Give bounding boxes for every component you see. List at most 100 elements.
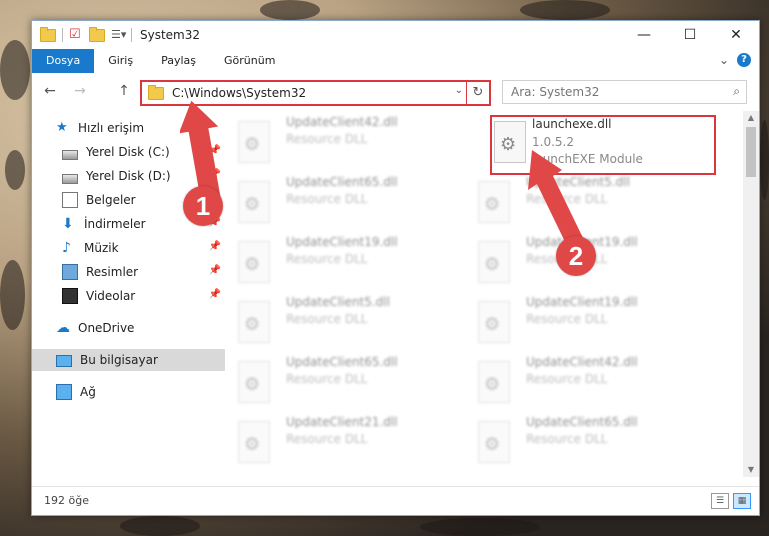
file-type: Resource DLL <box>286 132 368 146</box>
file-type: Resource DLL <box>526 312 608 326</box>
sidebar-item-label: Resimler <box>86 265 139 279</box>
list-item[interactable]: UpdateClient65.dll Resource DLL <box>228 355 428 407</box>
refresh-button[interactable]: ↻ <box>466 82 489 104</box>
new-folder-icon[interactable] <box>89 26 105 42</box>
search-box[interactable]: ⌕ <box>502 80 747 104</box>
sidebar-item-label: Belgeler <box>86 193 136 207</box>
sidebar-item-pictures[interactable]: Resimler 📌 <box>32 261 225 283</box>
file-name: UpdateClient19.dll <box>526 295 638 309</box>
file-type: Resource DLL <box>286 252 368 266</box>
details-view-icon[interactable]: ☰ <box>711 493 729 509</box>
sidebar-item-label: Müzik <box>84 241 119 255</box>
dll-file-icon <box>478 361 510 403</box>
step-badge-2: 2 <box>556 236 596 276</box>
file-name: UpdateClient65.dll <box>286 175 398 189</box>
scroll-up-icon[interactable]: ▲ <box>743 111 759 125</box>
help-icon[interactable]: ? <box>737 53 751 67</box>
item-count: 192 öğe <box>44 494 89 507</box>
sidebar-item-label: Videolar <box>86 289 136 303</box>
file-name: UpdateClient21.dll <box>286 415 398 429</box>
sidebar-item-label: OneDrive <box>78 321 135 335</box>
sidebar-item-label: Bu bilgisayar <box>80 353 158 367</box>
file-name: UpdateClient42.dll <box>526 355 638 369</box>
forward-button[interactable]: → <box>72 83 88 99</box>
cloud-icon: ☁ <box>56 320 70 336</box>
tab-file[interactable]: Dosya <box>32 49 95 73</box>
sidebar-item-network[interactable]: Ağ <box>32 381 249 403</box>
dll-file-icon <box>478 241 510 283</box>
dll-file-icon <box>478 421 510 463</box>
file-type: Resource DLL <box>286 432 368 446</box>
scroll-down-icon[interactable]: ▼ <box>743 463 759 477</box>
dll-file-icon <box>478 301 510 343</box>
file-type: Resource DLL <box>286 312 368 326</box>
ribbon-expand-icon[interactable]: ⌄ <box>719 53 729 67</box>
title-bar: ☑ ☰▾ System32 — ☐ ✕ <box>32 21 759 49</box>
file-name: UpdateClient5.dll <box>286 295 390 309</box>
step-badge-1: 1 <box>183 186 223 226</box>
folder-icon <box>40 26 56 42</box>
list-item[interactable]: UpdateClient42.dll Resource DLL <box>228 115 428 167</box>
sidebar-item-this-pc[interactable]: Bu bilgisayar <box>32 349 225 371</box>
pictures-icon <box>62 264 78 280</box>
scroll-thumb[interactable] <box>746 127 756 177</box>
address-path[interactable]: C:\Windows\System32 <box>172 86 306 100</box>
file-type: Resource DLL <box>286 192 368 206</box>
separator <box>131 28 132 42</box>
documents-icon <box>62 192 78 208</box>
list-item[interactable]: UpdateClient65.dll Resource DLL <box>228 175 428 227</box>
dll-file-icon <box>238 301 270 343</box>
close-button[interactable]: ✕ <box>713 21 759 49</box>
ribbon-tabs: Dosya Giriş Paylaş Görünüm <box>32 49 759 73</box>
tab-home[interactable]: Giriş <box>94 49 147 73</box>
view-buttons: ☰ ▦ <box>711 493 751 509</box>
sidebar-item-label: Ağ <box>80 385 96 399</box>
tiles-view-icon[interactable]: ▦ <box>733 493 751 509</box>
search-icon[interactable]: ⌕ <box>733 84 740 99</box>
pin-icon[interactable]: 📌 <box>209 241 221 252</box>
file-list: UpdateClient42.dll Resource DLL UpdateCl… <box>228 109 744 475</box>
sidebar-item-music[interactable]: ♪ Müzik 📌 <box>32 237 225 259</box>
sidebar-item-label: Yerel Disk (D:) <box>86 169 171 183</box>
minimize-button[interactable]: — <box>621 21 667 49</box>
tab-view[interactable]: Görünüm <box>210 49 289 73</box>
file-name: UpdateClient19.dll <box>286 235 398 249</box>
download-icon: ⬇ <box>62 216 74 232</box>
pin-icon[interactable]: 📌 <box>209 265 221 276</box>
file-name: UpdateClient42.dll <box>286 115 398 129</box>
file-name: UpdateClient65.dll <box>286 355 398 369</box>
properties-icon[interactable]: ☑ <box>69 28 83 42</box>
network-icon <box>56 384 72 400</box>
list-item[interactable]: UpdateClient5.dll Resource DLL <box>228 295 428 347</box>
list-item[interactable]: UpdateClient65.dll Resource DLL <box>468 415 668 467</box>
up-button[interactable]: ↑ <box>116 83 132 99</box>
dll-file-icon <box>238 121 270 163</box>
window-title: System32 <box>140 28 201 42</box>
dll-file-icon <box>238 361 270 403</box>
maximize-button[interactable]: ☐ <box>667 21 713 49</box>
computer-icon <box>56 355 72 367</box>
tab-share[interactable]: Paylaş <box>147 49 210 73</box>
pin-icon[interactable]: 📌 <box>209 289 221 300</box>
file-explorer-window: ☑ ☰▾ System32 — ☐ ✕ Dosya Giriş Paylaş G… <box>31 20 760 516</box>
file-name: UpdateClient65.dll <box>526 415 638 429</box>
vertical-scrollbar[interactable]: ▲ ▼ <box>743 111 759 477</box>
customize-toolbar-icon[interactable]: ☰▾ <box>111 28 126 42</box>
list-item[interactable]: UpdateClient21.dll Resource DLL <box>228 415 428 467</box>
dll-file-icon <box>238 421 270 463</box>
list-item[interactable]: UpdateClient19.dll Resource DLL <box>228 235 428 287</box>
sidebar-item-videos[interactable]: Videolar 📌 <box>32 285 225 307</box>
address-row: ← → ↑ C:\Windows\System32 ⌄ ↻ ⌕ <box>32 77 759 107</box>
status-bar: 192 öğe ☰ ▦ <box>32 486 759 515</box>
search-input[interactable] <box>503 81 723 103</box>
chevron-down-icon[interactable]: ⌄ <box>455 85 463 96</box>
ribbon-controls: ⌄ ? <box>719 53 751 67</box>
star-icon: ★ <box>56 120 68 135</box>
sidebar-item-label: Hızlı erişim <box>78 121 145 135</box>
list-item[interactable]: UpdateClient19.dll Resource DLL <box>468 295 668 347</box>
file-type: Resource DLL <box>526 372 608 386</box>
sidebar-item-onedrive[interactable]: ☁ OneDrive <box>32 317 249 339</box>
back-button[interactable]: ← <box>42 83 58 99</box>
dll-file-icon <box>238 241 270 283</box>
list-item[interactable]: UpdateClient42.dll Resource DLL <box>468 355 668 407</box>
